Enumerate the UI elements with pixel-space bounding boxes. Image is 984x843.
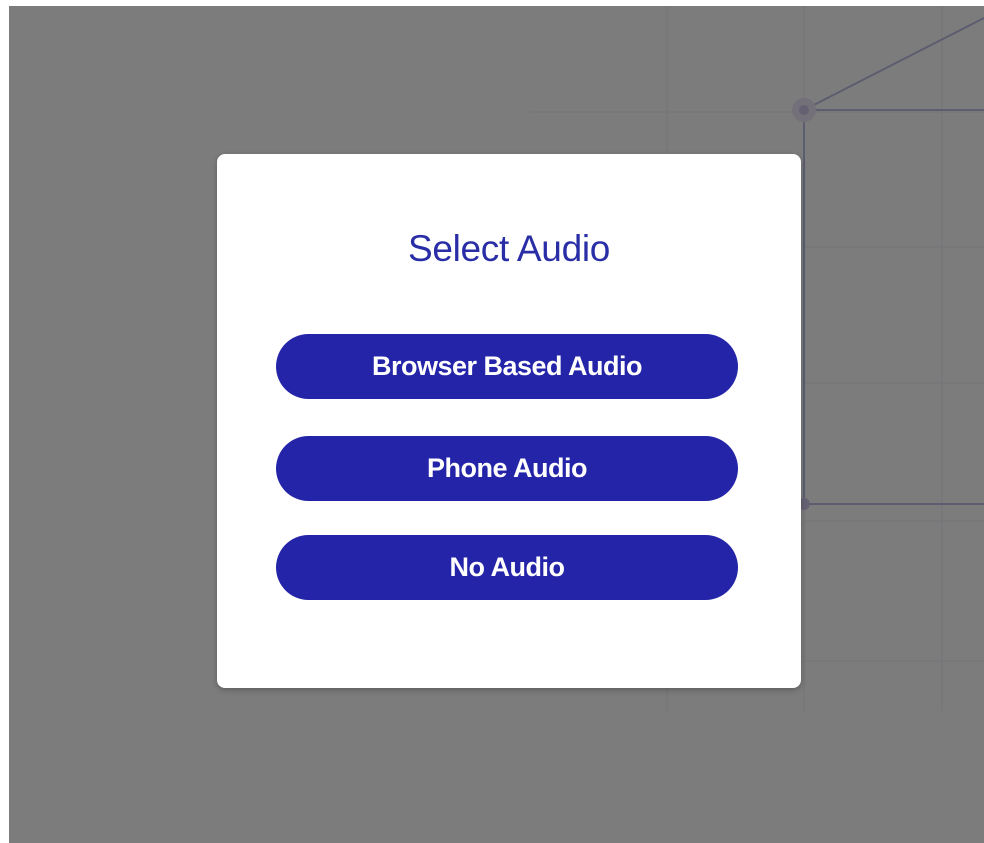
no-audio-button[interactable]: No Audio — [276, 535, 738, 600]
dialog-title: Select Audio — [407, 228, 611, 269]
select-audio-dialog: Select Audio Browser Based Audio Phone A… — [217, 154, 801, 688]
phone-audio-button[interactable]: Phone Audio — [276, 436, 738, 501]
browser-based-audio-button[interactable]: Browser Based Audio — [276, 334, 738, 399]
app-screen: Select Audio Browser Based Audio Phone A… — [9, 6, 984, 843]
